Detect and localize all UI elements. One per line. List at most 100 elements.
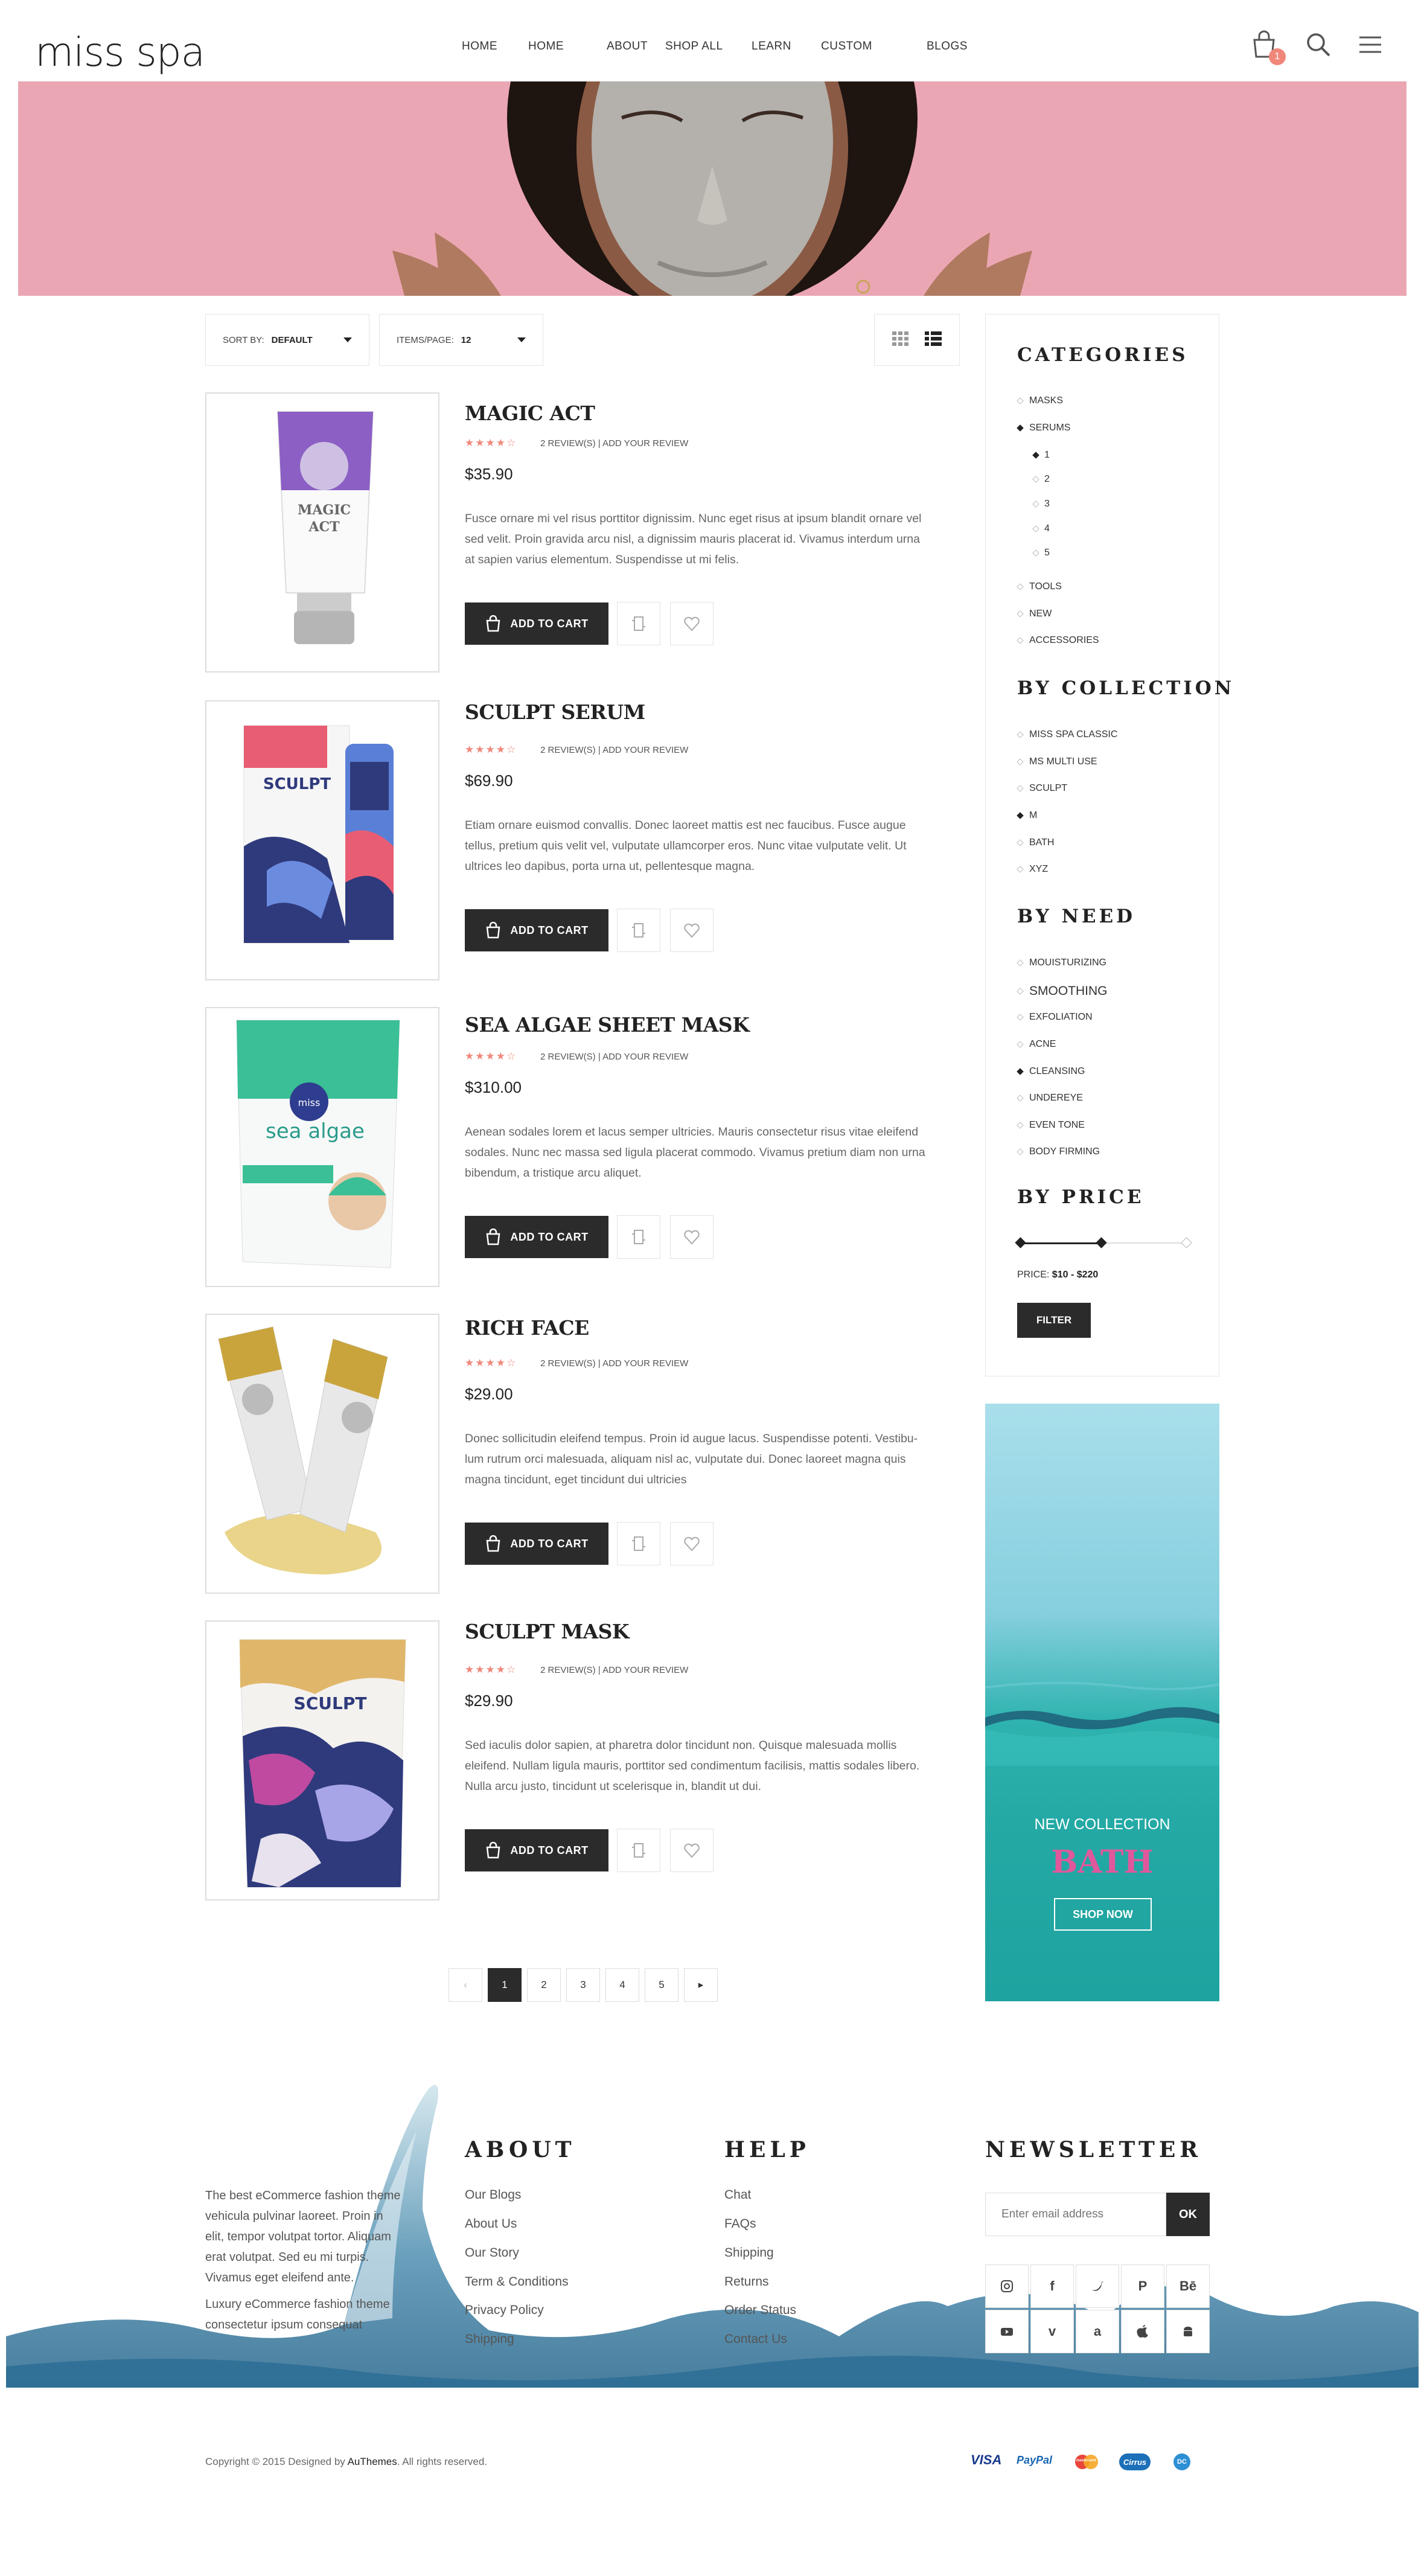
category-masks[interactable]: MASKS xyxy=(1029,395,1063,406)
reviews-link[interactable]: 2 REVIEW(S) | ADD YOUR REVIEW xyxy=(540,1665,688,1675)
pinterest-icon[interactable]: P xyxy=(1121,2264,1164,2308)
wishlist-heart-icon[interactable] xyxy=(670,909,714,952)
newsletter-email-input[interactable] xyxy=(985,2193,1166,2236)
product-title[interactable]: RICH FACE xyxy=(465,1316,589,1340)
subcategory-5[interactable]: 5 xyxy=(1044,548,1050,558)
nav-about[interactable]: ABOUT xyxy=(607,40,648,53)
twitter-icon[interactable] xyxy=(1076,2264,1119,2308)
footer-link-order-status[interactable]: Order Status xyxy=(724,2303,796,2318)
wishlist-heart-icon[interactable] xyxy=(670,1522,714,1565)
add-to-cart-button[interactable]: ADD TO CART xyxy=(465,909,608,951)
footer-link-privacy[interactable]: Privacy Policy xyxy=(465,2303,544,2318)
collection-bath[interactable]: BATH xyxy=(1029,837,1054,848)
next-page-button[interactable]: ▸ xyxy=(684,1968,718,2002)
behance-icon[interactable]: Bē xyxy=(1166,2264,1210,2308)
footer-link-faqs[interactable]: FAQs xyxy=(724,2217,756,2231)
product-image-sculpt-mask[interactable]: SCULPT xyxy=(205,1620,439,1900)
collection-ms-multi-use[interactable]: MS MULTI USE xyxy=(1029,756,1097,767)
collection-m[interactable]: M xyxy=(1029,810,1037,821)
nav-custom[interactable]: CUSTOM xyxy=(821,40,872,53)
category-new[interactable]: NEW xyxy=(1029,609,1052,619)
nav-learn[interactable]: LEARN xyxy=(752,40,791,53)
footer-link-our-blogs[interactable]: Our Blogs xyxy=(465,2188,521,2202)
reviews-link[interactable]: 2 REVIEW(S) | ADD YOUR REVIEW xyxy=(540,1052,688,1062)
amazon-icon[interactable]: a xyxy=(1076,2310,1119,2353)
reviews-link[interactable]: 2 REVIEW(S) | ADD YOUR REVIEW xyxy=(540,438,688,449)
shop-now-button[interactable]: SHOP NOW xyxy=(1054,1898,1152,1931)
need-body-firming[interactable]: BODY FIRMING xyxy=(1029,1146,1100,1157)
sort-by-select[interactable]: SORT BY: DEFAULT xyxy=(205,314,369,366)
subcategory-2[interactable]: 2 xyxy=(1044,474,1050,485)
footer-link-about-us[interactable]: About Us xyxy=(465,2217,517,2231)
collection-xyz[interactable]: XYZ xyxy=(1029,864,1048,875)
product-image-sculpt-serum[interactable]: SCULPT xyxy=(205,700,439,980)
footer-link-shipping[interactable]: Shipping xyxy=(724,2246,774,2260)
need-undereye[interactable]: UNDEREYE xyxy=(1029,1093,1083,1104)
category-tools[interactable]: TOOLS xyxy=(1029,581,1062,592)
nav-blogs[interactable]: BLOGS xyxy=(927,40,968,53)
subcategory-4[interactable]: 4 xyxy=(1044,523,1050,534)
product-title[interactable]: SCULPT SERUM xyxy=(465,700,645,724)
wishlist-heart-icon[interactable] xyxy=(670,602,714,645)
product-title[interactable]: MAGIC ACT xyxy=(465,401,595,425)
need-exfoliation[interactable]: EXFOLIATION xyxy=(1029,1012,1093,1023)
compare-icon[interactable] xyxy=(617,1829,660,1872)
grid-view-icon[interactable] xyxy=(892,330,910,350)
add-to-cart-button[interactable]: ADD TO CART xyxy=(465,1523,608,1565)
list-view-icon[interactable] xyxy=(924,330,942,350)
wishlist-heart-icon[interactable] xyxy=(670,1215,714,1259)
add-to-cart-button[interactable]: ADD TO CART xyxy=(465,602,608,645)
vimeo-icon[interactable]: v xyxy=(1030,2310,1074,2353)
logo[interactable]: miss spa xyxy=(35,29,205,75)
compare-icon[interactable] xyxy=(617,909,660,952)
instagram-icon[interactable] xyxy=(985,2264,1029,2308)
footer-link-shipping-about[interactable]: Shipping xyxy=(465,2332,514,2347)
page-3[interactable]: 3 xyxy=(566,1968,600,2002)
page-5[interactable]: 5 xyxy=(645,1968,678,2002)
footer-link-our-story[interactable]: Our Story xyxy=(465,2246,519,2260)
product-title[interactable]: SCULPT MASK xyxy=(465,1620,630,1643)
need-acne[interactable]: ACNE xyxy=(1029,1039,1056,1050)
add-to-cart-button[interactable]: ADD TO CART xyxy=(465,1216,608,1258)
need-cleansing[interactable]: CLEANSING xyxy=(1029,1066,1085,1077)
page-1[interactable]: 1 xyxy=(488,1968,522,2002)
product-image-sea-algae-sheet-mask[interactable]: miss sea algae xyxy=(205,1007,439,1287)
page-2[interactable]: 2 xyxy=(527,1968,561,2002)
subcategory-3[interactable]: 3 xyxy=(1044,499,1050,510)
subcategory-1[interactable]: 1 xyxy=(1044,450,1050,461)
filter-button[interactable]: FILTER xyxy=(1017,1303,1091,1338)
android-icon[interactable] xyxy=(1166,2310,1210,2353)
need-smoothing[interactable]: SMOOTHING xyxy=(1029,984,1108,999)
facebook-icon[interactable]: f xyxy=(1030,2264,1074,2308)
add-to-cart-button[interactable]: ADD TO CART xyxy=(465,1829,608,1871)
nav-shop-all[interactable]: SHOP ALL xyxy=(665,40,723,53)
compare-icon[interactable] xyxy=(617,1215,660,1259)
collection-sculpt[interactable]: SCULPT xyxy=(1029,783,1067,794)
footer-link-chat[interactable]: Chat xyxy=(724,2188,751,2202)
copyright-brand-link[interactable]: AuThemes xyxy=(348,2456,397,2467)
reviews-link[interactable]: 2 REVIEW(S) | ADD YOUR REVIEW xyxy=(540,745,688,755)
search-icon[interactable] xyxy=(1303,29,1334,60)
reviews-link[interactable]: 2 REVIEW(S) | ADD YOUR REVIEW xyxy=(540,1358,688,1369)
nav-home[interactable]: HOME xyxy=(462,40,497,53)
newsletter-ok-button[interactable]: OK xyxy=(1166,2193,1210,2236)
menu-icon[interactable] xyxy=(1355,29,1386,60)
need-even-tone[interactable]: EVEN TONE xyxy=(1029,1120,1085,1131)
compare-icon[interactable] xyxy=(617,1522,660,1565)
footer-link-terms[interactable]: Term & Conditions xyxy=(465,2275,569,2289)
product-image-magic-act[interactable]: MAGIC ACT xyxy=(205,392,439,673)
youtube-icon[interactable] xyxy=(985,2310,1029,2353)
prev-page-button[interactable]: ‹ xyxy=(449,1968,482,2002)
category-serums[interactable]: SERUMS xyxy=(1029,423,1070,433)
nav-home-2[interactable]: HOME xyxy=(528,40,564,53)
apple-icon[interactable] xyxy=(1121,2310,1164,2353)
items-per-page-select[interactable]: ITEMS/PAGE: 12 xyxy=(379,314,543,366)
page-4[interactable]: 4 xyxy=(605,1968,639,2002)
footer-link-contact-us[interactable]: Contact Us xyxy=(724,2332,787,2347)
collection-miss-spa-classic[interactable]: MISS SPA CLASSIC xyxy=(1029,729,1117,740)
compare-icon[interactable] xyxy=(617,602,660,645)
wishlist-heart-icon[interactable] xyxy=(670,1829,714,1872)
product-title[interactable]: SEA ALGAE SHEET MASK xyxy=(465,1013,750,1037)
category-accessories[interactable]: ACCESSORIES xyxy=(1029,635,1099,646)
need-mouisturizing[interactable]: MOUISTURIZING xyxy=(1029,957,1106,968)
